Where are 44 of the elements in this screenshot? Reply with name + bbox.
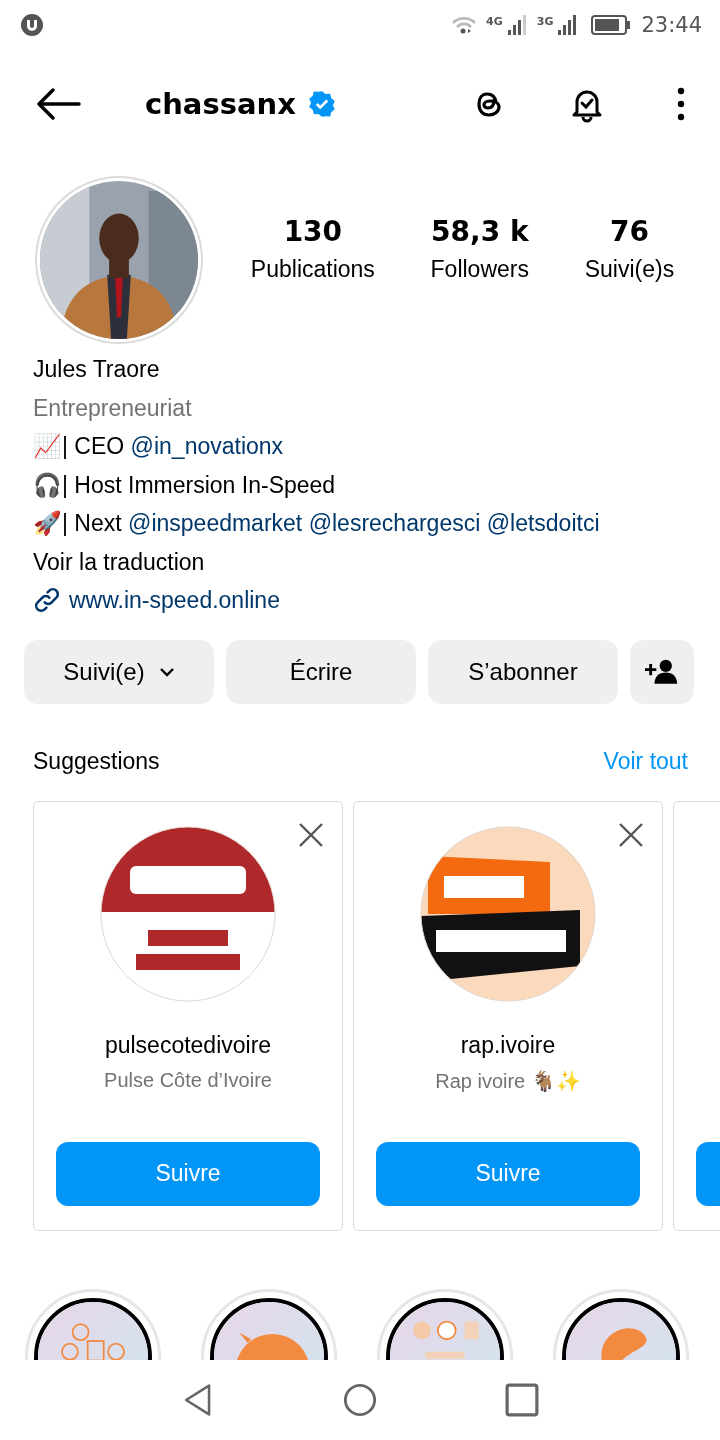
chevron-down-icon (158, 666, 175, 677)
stat-count[interactable]: 76 (609, 215, 649, 248)
close-icon[interactable] (298, 821, 324, 848)
username: chassanx (145, 87, 296, 121)
network-label: 3G (536, 15, 554, 28)
clock-time: 23:44 (641, 13, 702, 37)
add-person-button[interactable] (630, 639, 694, 704)
stat-label[interactable]: Publications (250, 256, 375, 283)
signal-icon (506, 14, 527, 36)
bio-line: 🎧| Host Immersion In-Speed (33, 470, 336, 500)
recents-nav-icon[interactable] (505, 1383, 539, 1417)
wifi-icon (450, 15, 479, 35)
stat-label[interactable]: Followers (430, 256, 529, 283)
mention-link[interactable]: @lesrechargesci (308, 510, 481, 536)
stat-count[interactable]: 58,3 k (431, 215, 529, 248)
suggested-username: pulsecotedivoire (104, 1031, 272, 1059)
action-button[interactable]: Écrire (226, 639, 416, 704)
more-options-icon[interactable] (677, 87, 685, 121)
mention-link[interactable]: @letsdoitci (486, 510, 600, 536)
torrent-app-icon (20, 13, 44, 37)
suggested-username: rap.ivoire (460, 1031, 556, 1059)
close-icon[interactable] (618, 821, 644, 848)
network-label: 4G (486, 15, 503, 28)
suggested-full-name: Rap ivoire 🐐✨ (435, 1068, 581, 1093)
signal-icon (557, 14, 578, 36)
following-dropdown-button[interactable]: Suivi(e) (24, 639, 214, 704)
stat-label[interactable]: Suivi(e)s (584, 256, 675, 283)
add-person-icon (645, 658, 679, 685)
home-nav-icon[interactable] (343, 1383, 377, 1417)
stat-count[interactable]: 130 (283, 215, 343, 248)
mention-link[interactable]: @inspeedmarket (128, 510, 303, 536)
mention-link[interactable]: @in_novationx (130, 433, 284, 459)
suggested-full-name: Pulse Côte d’Ivoire (104, 1068, 272, 1092)
battery-icon (591, 15, 632, 35)
link-icon (33, 586, 61, 615)
website-link[interactable]: www.in-speed.online (69, 581, 280, 620)
bio-line: 📈| CEO @in_novationx (33, 432, 284, 461)
suggestions-title: Suggestions (33, 747, 160, 775)
back-arrow-icon[interactable] (35, 87, 81, 121)
action-button[interactable]: S’abonner (428, 639, 618, 704)
profile-category: Entrepreneuriat (33, 393, 192, 423)
profile-name: Jules Traore (33, 355, 160, 384)
bio-line: 🚀| Next @inspeedmarket @lesrechargesci @letsdoitci (33, 509, 600, 538)
translation-link[interactable]: Voir la traduction (33, 542, 205, 581)
